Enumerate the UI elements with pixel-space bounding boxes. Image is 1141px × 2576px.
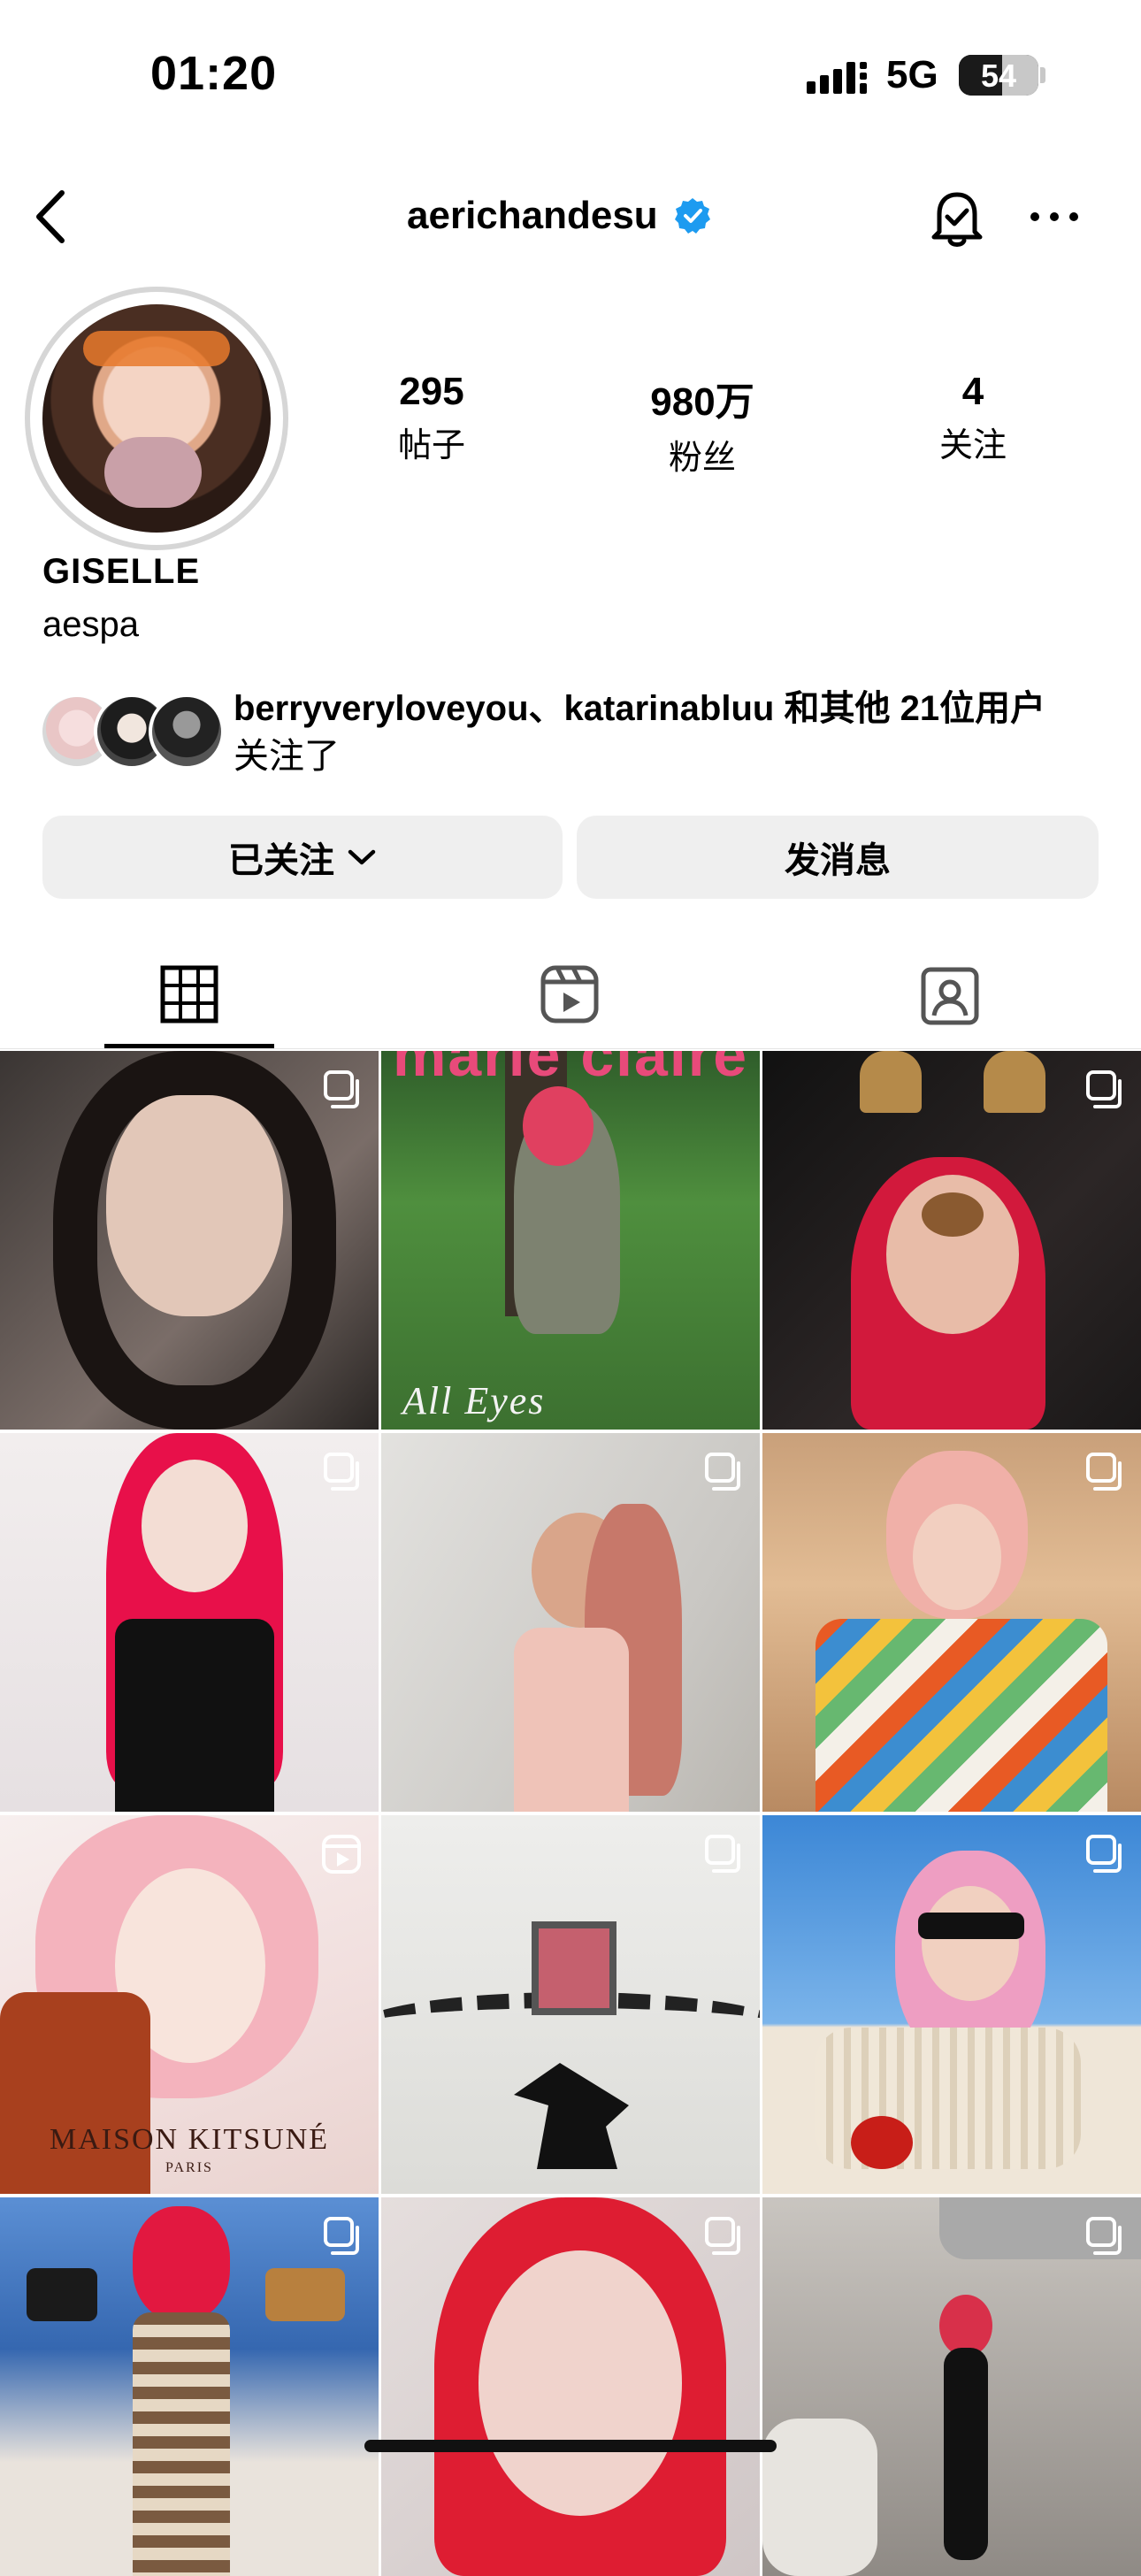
message-button-label: 发消息 — [785, 841, 891, 880]
tabs-divider — [0, 1048, 1141, 1049]
post-2-caption-bottom: All Eyes — [402, 1379, 546, 1422]
mutual-names: berryveryloveyou、katarinabluu — [234, 689, 775, 728]
stat-posts-value: 295 — [399, 370, 464, 413]
post-thumbnail-2[interactable]: marie claire All Eyes — [381, 1051, 760, 1430]
verified-badge-icon — [674, 198, 710, 234]
post-thumbnail-5[interactable] — [381, 1433, 760, 1812]
stat-following-label: 关注 — [938, 427, 1007, 464]
post-thumbnail-6[interactable] — [762, 1433, 1141, 1812]
battery-icon: 54 — [959, 55, 1038, 96]
network-type: 5G — [886, 53, 938, 96]
carousel-icon — [705, 1453, 740, 1491]
tab-reels-icon[interactable] — [534, 959, 605, 1030]
mutual-line2: 关注了 — [234, 737, 340, 776]
stat-followers-value: 980万 — [650, 380, 754, 424]
post-7-caption-sub: PARIS — [165, 2160, 213, 2175]
battery-level-text: 54 — [980, 58, 1017, 94]
carousel-icon — [324, 1453, 359, 1491]
username-text: aerichandesu — [407, 194, 658, 237]
post-thumbnail-3[interactable] — [762, 1051, 1141, 1430]
post-thumbnail-1[interactable] — [0, 1051, 379, 1430]
carousel-icon — [1086, 1070, 1122, 1108]
post-thumbnail-11[interactable] — [381, 2197, 760, 2576]
post-thumbnail-10[interactable] — [0, 2197, 379, 2576]
post-thumbnail-7[interactable]: MAISON KITSUNÉ PARIS — [0, 1815, 379, 2194]
following-button[interactable]: 已关注 — [42, 816, 563, 899]
stat-followers-label: 粉丝 — [668, 440, 736, 477]
battery-cap — [1040, 67, 1045, 83]
tab-posts-grid-icon[interactable] — [154, 959, 225, 1030]
post-thumbnail-12[interactable] — [762, 2197, 1141, 2576]
mutual-followers-text[interactable]: berryveryloveyou、katarinabluu 和其他 21位用户 … — [234, 685, 1100, 780]
tab-tagged-icon[interactable] — [915, 959, 985, 1030]
notification-bell-icon[interactable] — [922, 182, 992, 253]
chevron-down-icon — [348, 849, 376, 865]
signal-icon — [807, 62, 867, 94]
stat-following-value: 4 — [961, 370, 984, 413]
carousel-icon — [324, 2217, 359, 2255]
stat-followers[interactable]: 980万 粉丝 — [614, 370, 791, 479]
message-button[interactable]: 发消息 — [577, 816, 1099, 899]
post-7-caption: MAISON KITSUNÉ — [49, 2123, 330, 2156]
reel-icon — [322, 1835, 361, 1874]
carousel-icon — [1086, 1835, 1122, 1873]
more-options-icon[interactable] — [1026, 195, 1083, 239]
post-thumbnail-8[interactable] — [381, 1815, 760, 2194]
back-arrow-icon[interactable] — [27, 186, 80, 248]
post-thumbnail-9[interactable] — [762, 1815, 1141, 2194]
post-thumbnail-4[interactable] — [0, 1433, 379, 1812]
posts-grid: marie claire All Eyes MAISON KITSUNÉ PAR… — [0, 1051, 1141, 2576]
stat-posts[interactable]: 295 帖子 — [343, 370, 520, 466]
stat-posts-label: 帖子 — [397, 427, 465, 464]
carousel-icon — [324, 1070, 359, 1108]
display-name: GISELLE — [42, 552, 201, 591]
carousel-icon — [1086, 1453, 1122, 1491]
mutual-suffix: 和其他 21位用户 — [774, 689, 1046, 728]
bio: aespa — [42, 605, 139, 644]
following-button-label: 已关注 — [228, 841, 334, 880]
carousel-icon — [1086, 2217, 1122, 2255]
post-2-caption-top: marie claire — [392, 1051, 749, 1089]
home-indicator[interactable] — [364, 2440, 777, 2452]
profile-username[interactable]: aerichandesu — [407, 189, 711, 242]
avatar[interactable] — [42, 304, 271, 533]
mutual-avatar-3[interactable] — [149, 694, 225, 770]
stat-following[interactable]: 4 关注 — [884, 370, 1061, 466]
carousel-icon — [705, 2217, 740, 2255]
status-time: 01:20 — [150, 47, 278, 100]
carousel-icon — [705, 1835, 740, 1873]
